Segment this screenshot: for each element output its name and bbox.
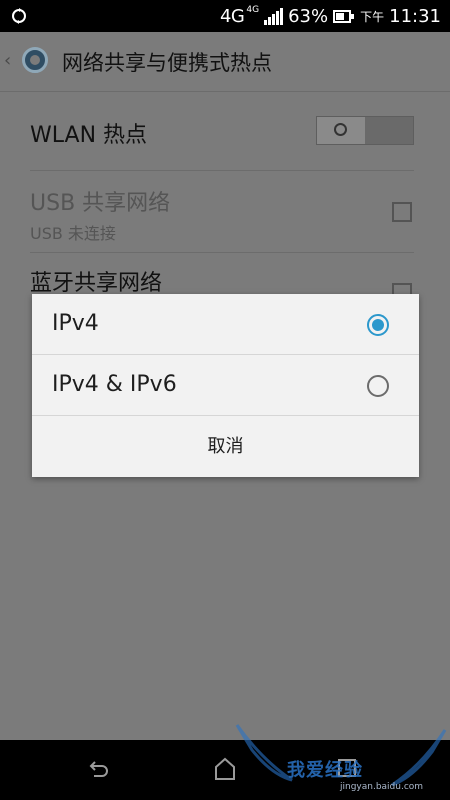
network-type: 4G bbox=[219, 5, 245, 27]
watermark: 我爱经验 jingyan.baidu.com bbox=[232, 720, 450, 800]
option-ipv4-ipv6-label: IPv4 & IPv6 bbox=[52, 372, 177, 397]
clock: 11:31 bbox=[389, 5, 441, 27]
watermark-url: jingyan.baidu.com bbox=[340, 782, 424, 792]
back-chevron-icon[interactable]: ‹ bbox=[4, 50, 11, 71]
option-ipv4-label: IPv4 bbox=[52, 311, 99, 336]
option-ipv4[interactable]: IPv4 bbox=[32, 294, 419, 355]
page-title: 网络共享与便携式热点 bbox=[62, 51, 272, 75]
usb-tethering-row[interactable]: USB 共享网络 USB 未连接 bbox=[30, 171, 414, 253]
back-icon[interactable] bbox=[88, 758, 110, 780]
usb-tethering-label: USB 共享网络 bbox=[30, 191, 171, 216]
settings-gear-icon bbox=[22, 47, 48, 73]
signal-icon bbox=[264, 7, 284, 25]
wlan-hotspot-toggle[interactable] bbox=[316, 116, 414, 145]
battery-percent: 63% bbox=[288, 5, 329, 27]
battery-icon bbox=[333, 9, 355, 23]
option-ipv4-ipv6[interactable]: IPv4 & IPv6 bbox=[32, 355, 419, 416]
sync-icon bbox=[12, 8, 26, 24]
usb-tethering-checkbox[interactable] bbox=[392, 202, 412, 222]
radio-ipv4[interactable] bbox=[367, 314, 389, 336]
cancel-button[interactable]: 取消 bbox=[32, 416, 419, 477]
wlan-hotspot-row[interactable]: WLAN 热点 bbox=[30, 92, 414, 171]
network-type-small: 4G bbox=[246, 5, 260, 15]
action-bar: ‹ 网络共享与便携式热点 bbox=[0, 32, 450, 92]
bluetooth-tethering-label: 蓝牙共享网络 bbox=[30, 271, 163, 296]
toggle-knob bbox=[317, 117, 365, 144]
status-bar: 4G 4G 63% 下午 11:31 bbox=[0, 0, 450, 32]
time-prefix: 下午 bbox=[360, 9, 385, 24]
watermark-text: 我爱经验 bbox=[287, 760, 363, 781]
usb-status-text: USB 未连接 bbox=[30, 224, 116, 243]
radio-ipv4-ipv6[interactable] bbox=[367, 375, 389, 397]
ip-version-dialog: IPv4 IPv4 & IPv6 取消 bbox=[32, 294, 419, 477]
wlan-hotspot-label: WLAN 热点 bbox=[30, 123, 148, 148]
